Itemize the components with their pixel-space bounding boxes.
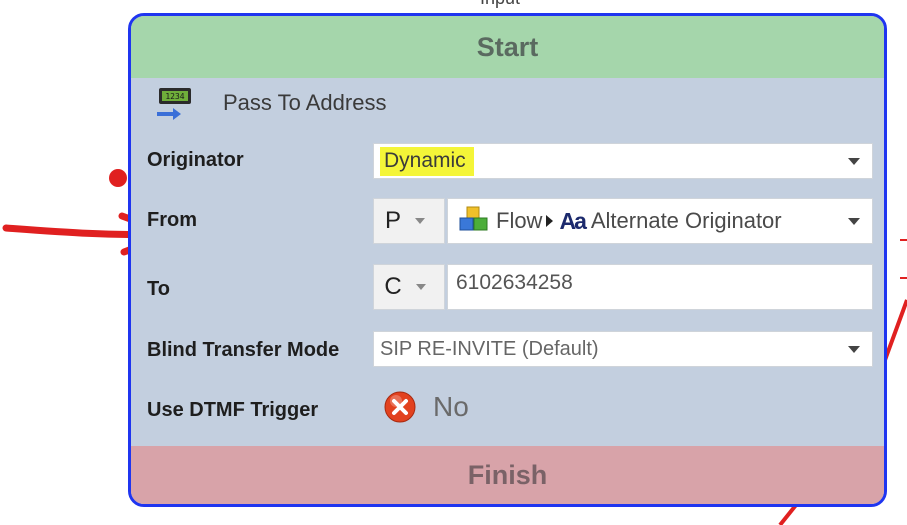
finish-bar: Finish	[131, 446, 884, 504]
chevron-down-icon	[848, 157, 860, 165]
from-label: From	[147, 209, 197, 231]
from-prefix-value: P	[384, 207, 401, 234]
blind-transfer-mode-dropdown[interactable]: SIP RE-INVITE (Default)	[373, 331, 873, 367]
originator-value-wrap: Dynamic	[374, 147, 848, 176]
chevron-down-icon	[848, 345, 860, 353]
breadcrumb-arrow-icon	[546, 215, 554, 227]
originator-label: Originator	[147, 149, 244, 171]
from-value-dropdown[interactable]: Flow Aa Alternate Originator	[447, 198, 873, 244]
from-variable-label: Alternate Originator	[590, 208, 782, 233]
flow-cubes-icon	[458, 206, 490, 236]
use-dtmf-trigger-value: No	[433, 391, 469, 422]
pass-to-address-card: Start 1234 Pass To Address Originator Dy…	[128, 13, 887, 507]
from-source-label: Flow	[496, 208, 543, 233]
input-label: Input	[480, 0, 520, 9]
annotation-line-right	[883, 299, 907, 361]
card-header: 1234 Pass To Address	[153, 86, 386, 120]
from-prefix-selector[interactable]: P	[373, 198, 445, 244]
start-bar: Start	[131, 16, 884, 78]
originator-dropdown[interactable]: Dynamic	[373, 143, 873, 179]
to-label: To	[147, 278, 170, 300]
use-dtmf-trigger-label: Use DTMF Trigger	[147, 399, 319, 421]
to-prefix-value: C	[384, 273, 402, 300]
chevron-down-icon	[415, 218, 425, 224]
blind-transfer-mode-value: SIP RE-INVITE (Default)	[380, 337, 599, 360]
svg-text:1234: 1234	[165, 92, 184, 101]
to-number-input[interactable]: 6102634258	[447, 264, 873, 310]
card-title: Pass To Address	[223, 90, 387, 115]
chevron-down-icon	[848, 217, 860, 225]
to-prefix-selector[interactable]: C	[373, 264, 445, 310]
annotation-dot	[109, 169, 127, 187]
originator-value: Dynamic	[380, 147, 474, 176]
annotation-bracket	[900, 239, 907, 279]
string-variable-icon: Aa	[559, 207, 586, 234]
phone-display-icon: 1234	[153, 86, 193, 120]
blind-transfer-mode-label: Blind Transfer Mode	[147, 339, 340, 361]
use-dtmf-trigger-toggle[interactable]: No	[383, 390, 469, 424]
chevron-down-icon	[415, 284, 426, 290]
close-icon	[384, 391, 416, 423]
